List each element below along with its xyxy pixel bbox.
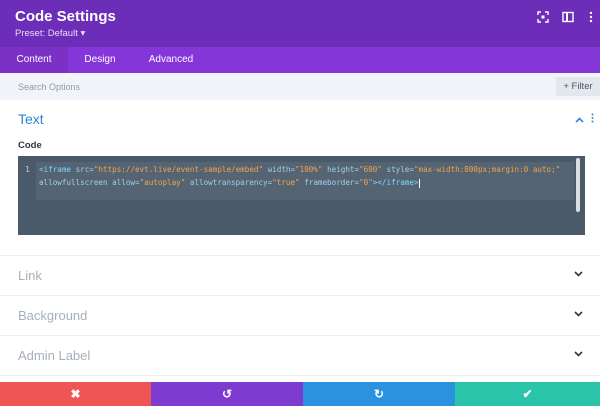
- action-bar: ✖ ↺ ↻ ✔: [0, 382, 600, 406]
- more-icon[interactable]: [584, 11, 598, 25]
- section-title-text[interactable]: Text: [18, 111, 44, 127]
- code-settings-panel: Code Settings Preset: Default ▾ Content …: [0, 0, 600, 406]
- code-content[interactable]: <iframe src="https://evt.live/event-samp…: [39, 163, 569, 189]
- code-token: "600": [359, 165, 382, 174]
- code-token: allowtransparency=: [185, 178, 273, 187]
- tab-content[interactable]: Content: [0, 47, 68, 73]
- tab-bar: Content Design Advanced: [0, 47, 600, 73]
- section-divider: [0, 375, 600, 376]
- cancel-button[interactable]: ✖: [0, 382, 151, 406]
- code-token: frameborder=: [299, 178, 360, 187]
- code-field-label: Code: [18, 140, 42, 151]
- section-more-icon[interactable]: [591, 113, 594, 125]
- modal-header: Code Settings Preset: Default ▾: [0, 0, 600, 47]
- sidebar-icon[interactable]: [561, 11, 575, 25]
- code-token: style=: [381, 165, 414, 174]
- section-label: Background: [18, 308, 88, 323]
- text-cursor: [418, 178, 420, 188]
- code-token: height=: [322, 165, 360, 174]
- editor-scrollbar[interactable]: [576, 158, 580, 212]
- chevron-up-icon[interactable]: [575, 115, 584, 125]
- save-button[interactable]: ✔: [455, 382, 600, 406]
- code-token: "https://evt.live/event-sample/embed": [93, 165, 264, 174]
- code-token: allowfullscreen allow=: [39, 178, 140, 187]
- code-token: "autoplay": [139, 178, 186, 187]
- undo-button[interactable]: ↺: [151, 382, 303, 406]
- filter-button[interactable]: + Filter: [556, 77, 600, 96]
- chevron-down-icon: [574, 309, 583, 320]
- preset-dropdown[interactable]: Preset: Default ▾: [15, 28, 85, 39]
- code-token: ></iframe>: [372, 178, 419, 187]
- chevron-down-icon: [574, 349, 583, 360]
- code-token: <iframe: [39, 165, 76, 174]
- modal-title: Code Settings: [15, 8, 116, 25]
- section-link[interactable]: Link: [0, 256, 600, 296]
- tab-advanced[interactable]: Advanced: [132, 47, 210, 73]
- code-token: src=: [75, 165, 94, 174]
- search-bar: + Filter: [0, 73, 600, 100]
- redo-button[interactable]: ↻: [303, 382, 455, 406]
- tab-design[interactable]: Design: [68, 47, 132, 73]
- section-admin-label[interactable]: Admin Label: [0, 336, 600, 376]
- code-token: "true": [272, 178, 300, 187]
- search-input[interactable]: [0, 73, 554, 100]
- code-token: "max-width:800px;margin:0 auto;": [413, 165, 561, 174]
- line-number: 1: [25, 165, 30, 174]
- code-token: width=: [263, 165, 296, 174]
- code-token: "0": [359, 178, 373, 187]
- code-token: "100%": [295, 165, 323, 174]
- code-editor[interactable]: 1 <iframe src="https://evt.live/event-sa…: [18, 156, 585, 235]
- section-label: Admin Label: [18, 348, 91, 363]
- chevron-down-icon: [574, 269, 583, 280]
- section-background[interactable]: Background: [0, 296, 600, 336]
- expand-icon[interactable]: [536, 11, 550, 25]
- section-label: Link: [18, 268, 42, 283]
